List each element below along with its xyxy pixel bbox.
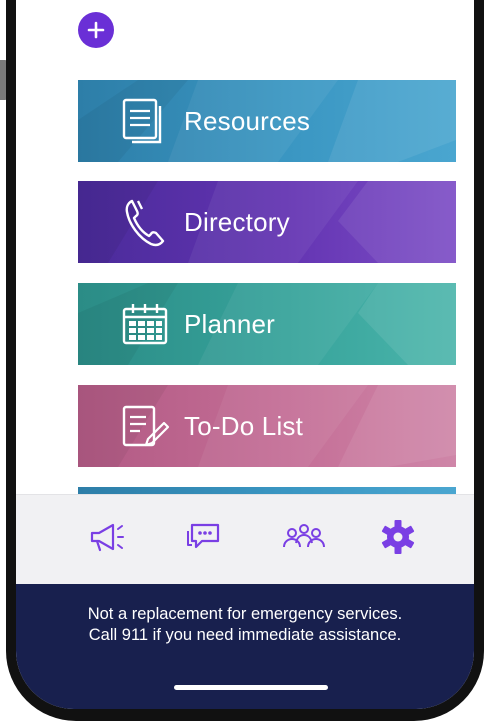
documents-icon bbox=[122, 98, 162, 144]
tile-planner[interactable]: Planner bbox=[78, 283, 456, 365]
tile-todo-list[interactable]: To-Do List bbox=[78, 385, 456, 467]
gear-icon bbox=[381, 520, 415, 554]
phone-icon bbox=[125, 199, 165, 247]
phone-screen: Resources Directory Planner To-Do List N… bbox=[16, 0, 474, 709]
tab-settings[interactable] bbox=[376, 517, 420, 557]
megaphone-icon bbox=[90, 523, 124, 552]
bottom-nav bbox=[16, 494, 474, 585]
disclaimer-line-2: Call 911 if you need immediate assistanc… bbox=[88, 626, 402, 644]
tab-messages[interactable] bbox=[184, 517, 228, 557]
add-button[interactable] bbox=[78, 12, 114, 48]
tab-announcements[interactable] bbox=[86, 517, 130, 557]
home-indicator[interactable] bbox=[174, 685, 328, 690]
phone-frame: Resources Directory Planner To-Do List N… bbox=[0, 0, 490, 721]
checklist-icon bbox=[122, 405, 170, 447]
disclaimer-text: Not a replacement for emergency services… bbox=[16, 604, 474, 646]
tile-label: Resources bbox=[184, 105, 311, 136]
people-icon bbox=[283, 524, 325, 548]
tile-label: Directory bbox=[184, 206, 290, 237]
tile-label: Planner bbox=[184, 308, 276, 339]
tile-resources[interactable]: Resources bbox=[78, 80, 456, 162]
chat-icon bbox=[187, 523, 220, 549]
emergency-disclaimer: Not a replacement for emergency services… bbox=[16, 584, 474, 709]
disclaimer-line-1: Not a replacement for emergency services… bbox=[87, 605, 403, 623]
plus-icon bbox=[87, 21, 105, 39]
tile-directory[interactable]: Directory bbox=[78, 181, 456, 263]
calendar-icon bbox=[122, 304, 168, 345]
tab-groups[interactable] bbox=[280, 517, 325, 557]
app-screen: Resources Directory Planner To-Do List N… bbox=[0, 0, 490, 721]
tile-label: To-Do List bbox=[184, 410, 304, 441]
